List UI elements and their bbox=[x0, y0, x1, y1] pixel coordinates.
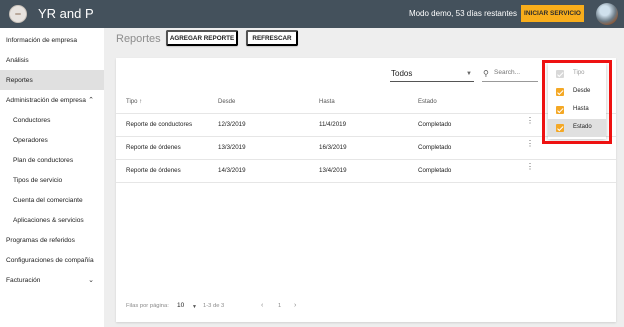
pagination-range: 1-3 de 3 bbox=[203, 303, 225, 309]
company-logo-icon bbox=[9, 5, 27, 23]
sidebar-item-label: Configuraciones de compañía bbox=[6, 256, 94, 264]
divider bbox=[116, 159, 616, 160]
sidebar-item-reports[interactable]: Reportes bbox=[0, 70, 104, 90]
divider bbox=[116, 136, 616, 137]
column-header-type[interactable]: Tipo ↑ bbox=[126, 99, 142, 105]
sidebar-item-operators[interactable]: Operadores bbox=[0, 130, 104, 150]
sidebar-item-analysis[interactable]: Análisis bbox=[0, 50, 104, 70]
divider bbox=[116, 113, 616, 114]
column-header-to[interactable]: Hasta bbox=[319, 99, 335, 105]
sidebar-item-label: Facturación bbox=[6, 276, 41, 284]
highlight-frame bbox=[542, 60, 612, 144]
sidebar-item-driver-plan[interactable]: Plan de conductores bbox=[0, 150, 104, 170]
row-menu-icon[interactable]: ⋮ bbox=[526, 163, 534, 171]
reports-card: Todos ▼ ⚲ Tipo ↑ Desde Hasta Estado Repo… bbox=[116, 58, 616, 322]
cell-status: Completado bbox=[418, 144, 452, 151]
search-input[interactable] bbox=[494, 69, 536, 76]
column-header-from[interactable]: Desde bbox=[218, 99, 235, 105]
table-row[interactable]: Reporte de órdenes 13/3/2019 16/3/2019 C… bbox=[116, 138, 616, 159]
cell-to: 13/4/2019 bbox=[319, 167, 347, 174]
column-header-status[interactable]: Estado bbox=[418, 99, 437, 105]
sidebar-item-label: Análisis bbox=[6, 56, 29, 64]
user-avatar-icon[interactable] bbox=[596, 3, 618, 25]
row-menu-icon[interactable]: ⋮ bbox=[526, 140, 534, 148]
divider bbox=[116, 182, 616, 183]
cell-from: 14/3/2019 bbox=[218, 167, 246, 174]
sidebar-item-service-types[interactable]: Tipos de servicio bbox=[0, 170, 104, 190]
sidebar-item-label: Administración de empresa bbox=[6, 96, 86, 104]
sidebar-item-company-admin[interactable]: Administración de empresa ⌃ bbox=[0, 90, 104, 110]
chevron-down-icon: ⌄ bbox=[88, 277, 94, 284]
start-service-button[interactable]: INICIAR SERVICIO bbox=[521, 5, 584, 22]
page-title: Reportes bbox=[116, 33, 161, 45]
current-page[interactable]: 1 bbox=[278, 303, 281, 309]
chevron-up-icon: ⌃ bbox=[88, 97, 94, 104]
sidebar-item-label: Reportes bbox=[6, 76, 33, 84]
sidebar-item-company-settings[interactable]: Configuraciones de compañía bbox=[0, 250, 104, 270]
cell-to: 11/4/2019 bbox=[319, 121, 347, 128]
sidebar-item-referral-programs[interactable]: Programas de referidos bbox=[0, 230, 104, 250]
sidebar-item-drivers[interactable]: Conductores bbox=[0, 110, 104, 130]
row-menu-icon[interactable]: ⋮ bbox=[526, 117, 534, 125]
dropdown-arrow-icon: ▼ bbox=[192, 304, 197, 310]
next-page-icon[interactable]: › bbox=[294, 302, 296, 309]
sidebar-item-label: Cuenta del comerciante bbox=[13, 196, 83, 204]
sidebar-item-label: Operadores bbox=[13, 136, 48, 144]
prev-page-icon[interactable]: ‹ bbox=[261, 302, 263, 309]
cell-type: Reporte de órdenes bbox=[126, 144, 181, 151]
status-filter-select[interactable]: Todos ▼ bbox=[390, 68, 474, 82]
sidebar-item-company-info[interactable]: Información de empresa bbox=[0, 30, 104, 50]
sidebar-item-label: Conductores bbox=[13, 116, 51, 124]
sidebar-item-label: Información de empresa bbox=[6, 36, 78, 44]
search-icon: ⚲ bbox=[483, 69, 489, 78]
app-title: YR and P bbox=[38, 6, 94, 21]
demo-status-text: Modo demo, 53 días restantes bbox=[408, 9, 517, 18]
top-bar: YR and P Modo demo, 53 días restantes IN… bbox=[0, 0, 624, 28]
table-row[interactable]: Reporte de conductores 12/3/2019 11/4/20… bbox=[116, 115, 616, 136]
sidebar-item-merchant-account[interactable]: Cuenta del comerciante bbox=[0, 190, 104, 210]
cell-type: Reporte de órdenes bbox=[126, 167, 181, 174]
cell-status: Completado bbox=[418, 167, 452, 174]
sidebar-item-billing[interactable]: Facturación ⌄ bbox=[0, 270, 104, 290]
rows-per-page-select[interactable]: 10 bbox=[177, 302, 184, 309]
cell-from: 13/3/2019 bbox=[218, 144, 246, 151]
dropdown-arrow-icon: ▼ bbox=[466, 71, 472, 77]
status-filter-value: Todos bbox=[391, 69, 413, 78]
sidebar-item-label: Plan de conductores bbox=[13, 156, 74, 164]
table-row[interactable]: Reporte de órdenes 14/3/2019 13/4/2019 C… bbox=[116, 161, 616, 182]
cell-type: Reporte de conductores bbox=[126, 121, 193, 128]
cell-status: Completado bbox=[418, 121, 452, 128]
sidebar: Información de empresa Análisis Reportes… bbox=[0, 28, 104, 327]
sidebar-item-label: Tipos de servicio bbox=[13, 176, 63, 184]
sidebar-item-label: Aplicaciones & servicios bbox=[13, 216, 84, 224]
search-box: ⚲ bbox=[482, 68, 538, 82]
add-report-button[interactable]: AGREGAR REPORTE bbox=[166, 30, 238, 46]
sidebar-item-apps-services[interactable]: Aplicaciones & servicios bbox=[0, 210, 104, 230]
refresh-button[interactable]: REFRESCAR bbox=[246, 30, 298, 46]
cell-to: 16/3/2019 bbox=[319, 144, 347, 151]
rows-per-page-label: Filas por página: bbox=[126, 303, 169, 309]
sidebar-item-label: Programas de referidos bbox=[6, 236, 75, 244]
cell-from: 12/3/2019 bbox=[218, 121, 246, 128]
